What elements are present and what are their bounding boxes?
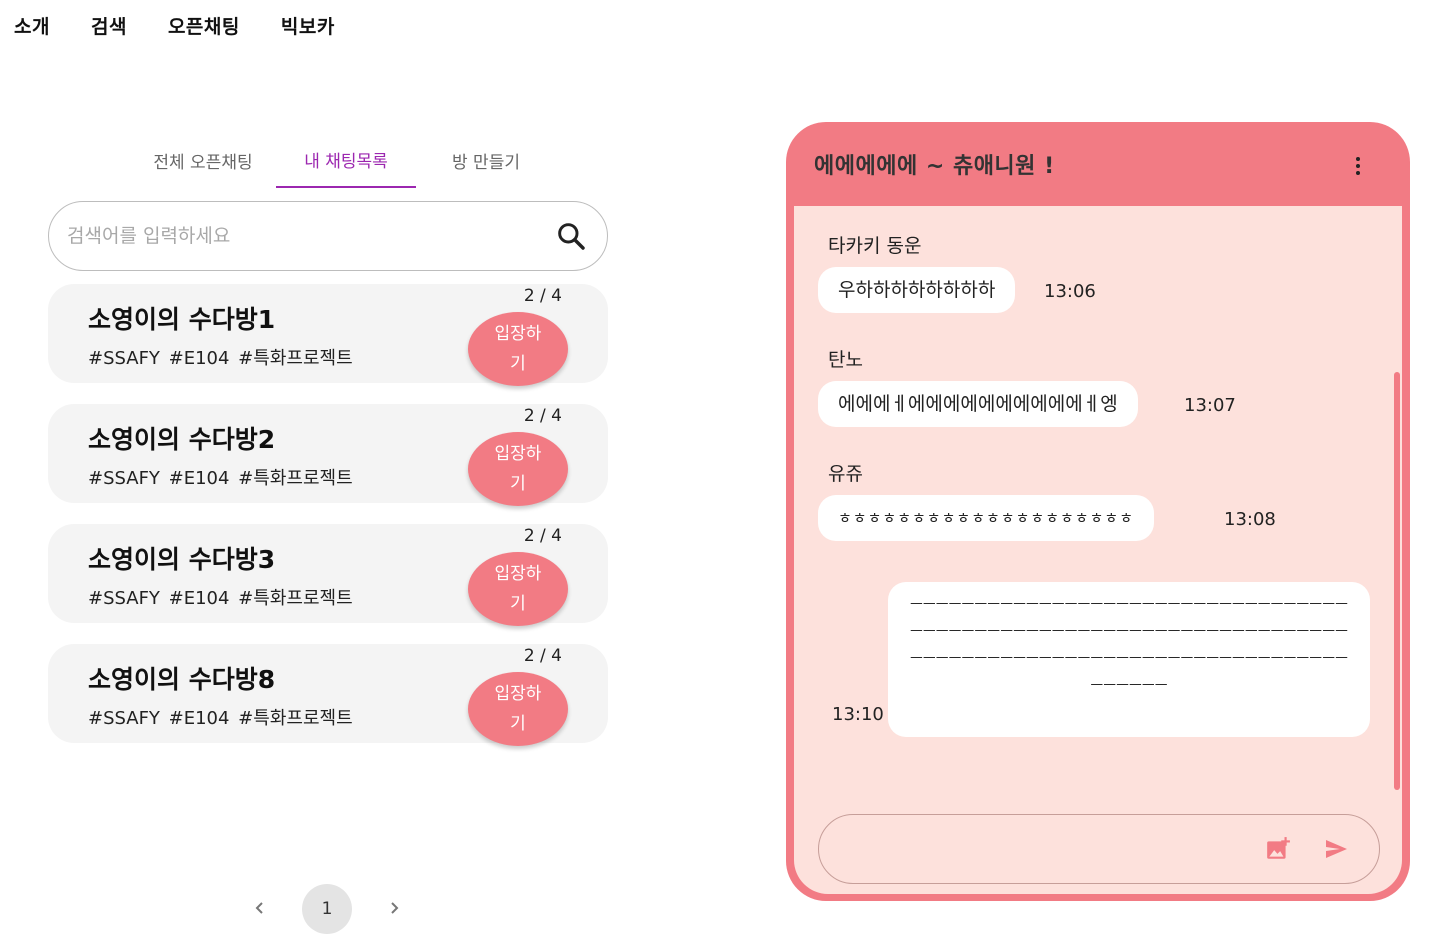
message-input[interactable] bbox=[819, 815, 1261, 883]
send-icon[interactable] bbox=[1319, 832, 1353, 866]
room-member-count: 2 / 4 bbox=[523, 406, 562, 426]
room-list: 소영이의 수다방1 #SSAFY #E104 #특화프로젝트 2 / 4 입장하… bbox=[48, 284, 608, 764]
chevron-left-icon[interactable] bbox=[250, 899, 270, 920]
room-member-count: 2 / 4 bbox=[523, 286, 562, 306]
top-nav: 소개 검색 오픈채팅 빅보카 bbox=[14, 12, 335, 39]
more-vertical-icon[interactable] bbox=[1354, 156, 1362, 176]
my-message-time: 13:10 bbox=[832, 704, 884, 725]
nav-search[interactable]: 검색 bbox=[91, 12, 127, 39]
tab-all-openchat[interactable]: 전체 오픈채팅 bbox=[130, 132, 276, 188]
message-time: 13:06 bbox=[1044, 281, 1096, 302]
chat-tabs: 전체 오픈채팅 내 채팅목록 방 만들기 bbox=[130, 132, 556, 188]
message-bubble: ㅎㅎㅎㅎㅎㅎㅎㅎㅎㅎㅎㅎㅎㅎㅎㅎㅎㅎㅎㅎ bbox=[818, 495, 1155, 541]
chat-messages: 타카키 동운 우하하하하하하하하 13:06 탄노 에에에ㅔ에에에에에에에에에에… bbox=[794, 206, 1402, 894]
add-photo-icon[interactable] bbox=[1261, 832, 1295, 866]
chevron-right-icon[interactable] bbox=[384, 899, 404, 920]
room-card: 소영이의 수다방1 #SSAFY #E104 #특화프로젝트 2 / 4 입장하… bbox=[48, 284, 608, 386]
message-bubble: 에에에ㅔ에에에에에에에에에에ㅔ엥 bbox=[818, 381, 1138, 427]
message-time: 13:08 bbox=[1224, 509, 1276, 530]
nav-bigvoca[interactable]: 빅보카 bbox=[281, 12, 335, 39]
chat-header: 에에에에에 ~ 츄애니원 ! bbox=[786, 122, 1410, 206]
room-card: 소영이의 수다방3 #SSAFY #E104 #특화프로젝트 2 / 4 입장하… bbox=[48, 524, 608, 626]
nav-intro[interactable]: 소개 bbox=[14, 12, 50, 39]
room-card: 소영이의 수다방2 #SSAFY #E104 #특화프로젝트 2 / 4 입장하… bbox=[48, 404, 608, 506]
message-bubble: 우하하하하하하하하 bbox=[818, 267, 1016, 313]
message-sender: 탄노 bbox=[828, 349, 863, 371]
search-input[interactable] bbox=[67, 225, 553, 247]
chat-window: 에에에에에 ~ 츄애니원 ! 타카키 동운 우하하하하하하하하 13:06 탄노… bbox=[786, 122, 1410, 901]
my-message-bubble: ㅡㅡㅡㅡㅡㅡㅡㅡㅡㅡㅡㅡㅡㅡㅡㅡㅡㅡㅡㅡㅡㅡㅡㅡㅡㅡㅡㅡㅡㅡㅡㅡㅡㅡㅡㅡㅡㅡㅡㅡ… bbox=[888, 582, 1370, 737]
room-title: 소영이의 수다방8 bbox=[88, 665, 276, 694]
tab-create-room[interactable]: 방 만들기 bbox=[416, 132, 556, 188]
room-member-count: 2 / 4 bbox=[523, 646, 562, 666]
search-bar bbox=[48, 201, 608, 271]
enter-room-button[interactable]: 입장하기 bbox=[468, 312, 568, 386]
scrollbar[interactable] bbox=[1394, 372, 1400, 790]
room-tags: #SSAFY #E104 #특화프로젝트 bbox=[88, 348, 353, 369]
room-tags: #SSAFY #E104 #특화프로젝트 bbox=[88, 708, 353, 729]
enter-room-button[interactable]: 입장하기 bbox=[468, 432, 568, 506]
room-tags: #SSAFY #E104 #특화프로젝트 bbox=[88, 588, 353, 609]
room-title: 소영이의 수다방2 bbox=[88, 425, 276, 454]
chat-title: 에에에에에 ~ 츄애니원 ! bbox=[814, 154, 1055, 179]
tab-my-chats[interactable]: 내 채팅목록 bbox=[276, 132, 416, 188]
room-card: 소영이의 수다방8 #SSAFY #E104 #특화프로젝트 2 / 4 입장하… bbox=[48, 644, 608, 746]
room-tags: #SSAFY #E104 #특화프로젝트 bbox=[88, 468, 353, 489]
search-icon[interactable] bbox=[553, 218, 589, 254]
room-title: 소영이의 수다방1 bbox=[88, 305, 276, 334]
page-button[interactable]: 1 bbox=[302, 884, 352, 934]
room-title: 소영이의 수다방3 bbox=[88, 545, 276, 574]
message-input-bar bbox=[818, 814, 1380, 884]
nav-openchat[interactable]: 오픈채팅 bbox=[168, 12, 240, 39]
message-sender: 유쥬 bbox=[828, 463, 863, 485]
room-member-count: 2 / 4 bbox=[523, 526, 562, 546]
enter-room-button[interactable]: 입장하기 bbox=[468, 552, 568, 626]
enter-room-button[interactable]: 입장하기 bbox=[468, 672, 568, 746]
message-sender: 타카키 동운 bbox=[828, 235, 922, 257]
pagination: 1 bbox=[250, 884, 404, 934]
message-time: 13:07 bbox=[1184, 395, 1236, 416]
